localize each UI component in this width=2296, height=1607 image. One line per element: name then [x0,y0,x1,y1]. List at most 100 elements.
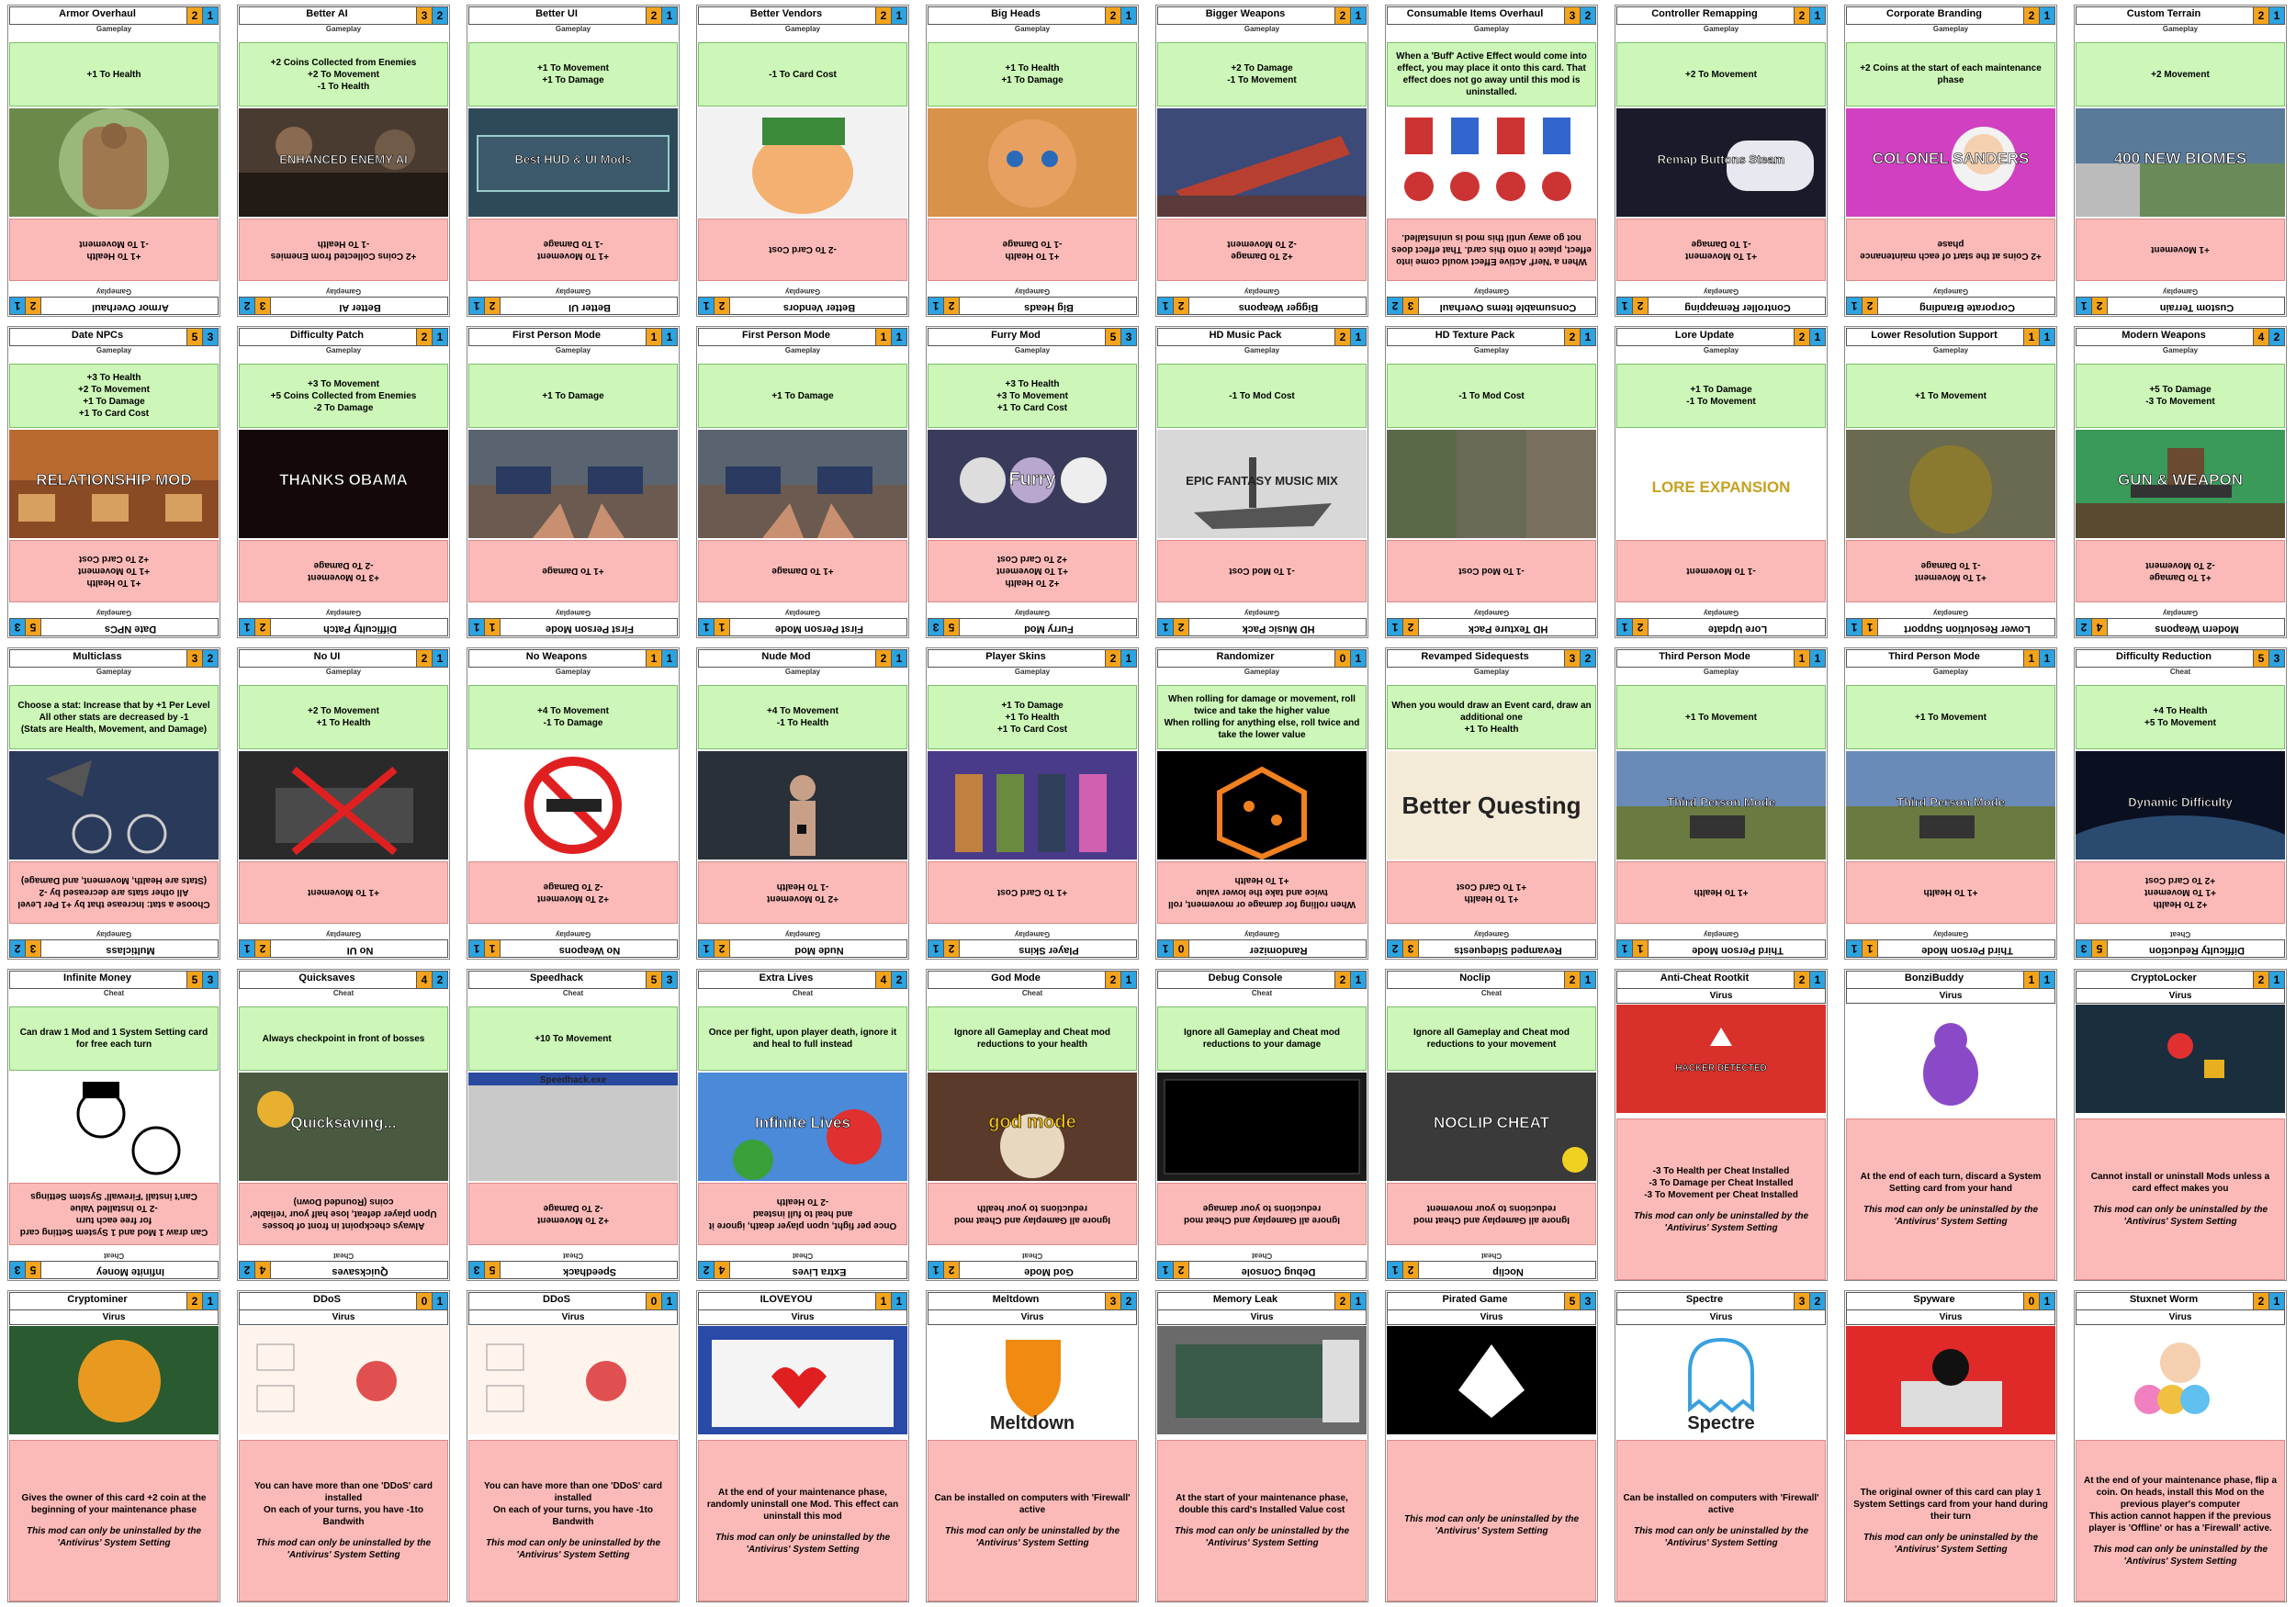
mod-card[interactable]: God Mode 2 1 Cheat Ignore all Gameplay and C… [926,969,1139,1281]
card-title: First Person Mode [512,330,601,341]
nerf-effect: +2 To Health +1 To Movement +2 To Card C… [928,540,1137,602]
virus-effect-text: At the end of each turn, discard a Syste… [1860,1172,2042,1194]
mod-card[interactable]: Date NPCs 5 3 Gameplay +3 To Health +2 To Mo… [7,326,220,638]
nerf-effect: +2 To Damage -2 To Movement [1157,219,1367,281]
card-header: Lower Resolution Support 1 1 [1846,618,2055,636]
card-title: Difficulty Reduction [2116,651,2212,662]
mod-card[interactable]: Big Heads 2 1 Gameplay +1 To Health +1 To Da… [926,5,1139,317]
mod-card[interactable]: HD Texture Pack 2 1 Gameplay -1 To Mod Cost -… [1385,326,1598,638]
mod-card[interactable]: HD Music Pack 2 1 Gameplay -1 To Mod Cost EPI… [1155,326,1368,638]
mod-card[interactable]: Meltdown 3 2 Virus Meltdown Can be installed … [926,1290,1139,1602]
mod-card[interactable]: Revamped Sidequests 3 2 Gameplay When you wo… [1385,647,1598,960]
mod-card[interactable]: Multiclass 3 2 Gameplay Choose a stat: Incre… [7,647,220,960]
mod-card[interactable]: Player Skins 2 1 Gameplay +1 To Damage +1 To… [926,647,1139,960]
mod-card[interactable]: Armor Overhaul 2 1 Gameplay +1 To Health +1 T… [7,5,220,317]
mod-card[interactable]: Debug Console 2 1 Cheat Ignore all Gameplay … [1155,969,1368,1281]
card-artwork: Spectre [1616,1326,1826,1438]
card-header: Better AI 3 2 [239,297,448,315]
uninstall-note: This mod can only be uninstalled by the … [1863,1205,2039,1227]
mod-card[interactable]: Randomizer 0 1 Gameplay When rolling for dam… [1155,647,1368,960]
virus-effect: Cannot install or uninstall Mods unless … [2076,1118,2285,1280]
mod-card[interactable]: Memory Leak 2 1 Virus At the start of your m… [1155,1290,1368,1602]
mod-card[interactable]: Speedhack 5 3 Cheat +10 To Movement Speedhack… [467,969,680,1281]
mod-card[interactable]: Difficulty Patch 2 1 Gameplay +3 To Movement… [237,326,450,638]
card-type-tag: Gameplay [2162,346,2199,354]
mod-card[interactable]: Consumable Items Overhaul 3 2 Gameplay When … [1385,5,1598,317]
godmode-image: god mode [928,1073,1137,1181]
card-footer-inverted: Custom Terrain 2 1 Gameplay [2076,282,2285,315]
buff-effect: +2 Coins at the start of each maintenanc… [1846,42,2055,107]
cost-badge: 1 [646,329,661,345]
mod-card[interactable]: Pirated Game 5 3 Virus This mod can only be … [1385,1290,1598,1602]
mod-card[interactable]: Cryptominer 2 1 Virus Gives the owner of thi… [7,1290,220,1602]
mod-card[interactable]: Better Vendors 2 1 Gameplay -1 To Card Cost -… [696,5,909,317]
mod-card[interactable]: Quicksaves 4 2 Cheat Always checkpoint in fr… [237,969,450,1281]
slot-badge: 1 [202,7,218,24]
slot-badge: 1 [1158,619,1174,635]
card-title: Nude Mod [761,651,811,662]
art-caption: Third Person Mode [1896,795,2005,809]
card-header: Consumable Items Overhaul 3 2 [1387,297,1596,315]
mod-card[interactable]: Better UI 2 1 Gameplay +1 To Movement +1 To … [467,5,680,317]
card-type-tag: Gameplay [1703,668,1739,676]
mod-card[interactable]: Extra Lives 4 2 Cheat Once per fight, upon p… [696,969,909,1281]
mod-card[interactable]: Custom Terrain 2 1 Gameplay +2 Movement 400 N… [2074,5,2287,317]
card-type-tag: Gameplay [555,25,591,33]
mod-card[interactable]: Difficulty Reduction 5 3 Cheat +4 To Health … [2074,647,2287,960]
mod-card[interactable]: Better AI 3 2 Gameplay +2 Coins Collected fr… [237,5,450,317]
cost-badge: 5 [186,972,202,988]
mod-card[interactable]: Spyware 0 1 Virus The original owner of this… [1844,1290,2057,1602]
vendor-image [698,108,907,217]
mod-card[interactable]: Anti-Cheat Rootkit 2 1 Virus HACKER DETECTED… [1615,969,1828,1281]
mod-card[interactable]: DDoS 0 1 Virus You can have more than one 'D… [237,1290,450,1602]
mod-card[interactable]: Noclip 2 1 Cheat Ignore all Gameplay and Che… [1385,969,1598,1281]
buff-effect: Ignore all Gameplay and Cheat mod reduct… [1157,1006,1367,1071]
buff-effect: +1 To Movement [1846,685,2055,749]
uninstall-note: This mod can only be uninstalled by the … [1633,1526,1809,1548]
card-title: No Weapons [558,945,621,956]
cost-badge: 2 [416,650,432,667]
mod-card[interactable]: DDoS 0 1 Virus You can have more than one 'D… [467,1290,680,1602]
card-artwork [1387,108,1596,217]
slot-badge: 1 [1847,619,1863,635]
card-artwork: EPIC FANTASY MUSIC MIX [1157,430,1367,538]
cost-badge: 2 [255,619,271,635]
mod-card[interactable]: Nude Mod 2 1 Gameplay +4 To Movement -1 To H… [696,647,909,960]
card-type-tag: Gameplay [784,609,821,617]
nerf-effect: +1 To Movement -1 To Damage [468,219,678,281]
card-artwork [239,1326,448,1438]
mod-card[interactable]: BonziBuddy 1 1 Virus At the end of each turn… [1844,969,2057,1281]
card-artwork [1846,430,2055,538]
worm-image [2076,1326,2285,1434]
mod-card[interactable]: Infinite Money 5 3 Cheat Can draw 1 Mod and … [7,969,220,1281]
mod-card[interactable]: Lower Resolution Support 1 1 Gameplay +1 To … [1844,326,2057,638]
virus-effect-text: At the end of your maintenance phase, fl… [2083,1475,2278,1534]
card-footer-inverted: Multiclass 3 2 Gameplay [9,925,219,958]
mod-card[interactable]: Controller Remapping 2 1 Gameplay +2 To Move… [1615,5,1828,317]
mod-card[interactable]: Spectre 3 2 Virus Spectre Can be installed on… [1615,1290,1828,1602]
mod-card[interactable]: Furry Mod 5 3 Gameplay +3 To Health +3 To Mo… [926,326,1139,638]
buff-effect: +1 To Movement [1616,685,1826,749]
mod-card[interactable]: Modern Weapons 4 2 Gameplay +5 To Damage -3 … [2074,326,2287,638]
card-type-tag: Cheat [103,1252,125,1260]
mod-card[interactable]: No Weapons 1 1 Gameplay +4 To Movement -1 To… [467,647,680,960]
card-header: Randomizer 0 1 [1157,649,1367,668]
mod-card[interactable]: ILOVEYOU 1 1 Virus At the end of your mainte… [696,1290,909,1602]
mod-card[interactable]: CryptoLocker 2 1 Virus Cannot install or uni… [2074,969,2287,1281]
cost-badge: 2 [255,940,271,957]
cost-badge: 2 [1564,329,1580,345]
card-header: Extra Lives 4 2 [698,1261,907,1279]
card-type-tag: Cheat [1021,1252,1043,1260]
iloveyou-image [698,1326,907,1434]
slot-badge: 1 [1809,650,1825,667]
mod-card[interactable]: No UI 2 1 Gameplay +2 To Movement +1 To Heal… [237,647,450,960]
nerf-effect: Ignore all Gameplay and Cheat mod reduct… [928,1183,1137,1245]
mod-card[interactable]: Lore Update 2 1 Gameplay +1 To Damage -1 To … [1615,326,1828,638]
mod-card[interactable]: First Person Mode 1 1 Gameplay +1 To Damage +… [696,326,909,638]
mod-card[interactable]: Bigger Weapons 2 1 Gameplay +2 To Damage -1 … [1155,5,1368,317]
mod-card[interactable]: Stuxnet Worm 2 1 Virus At the end of your ma… [2074,1290,2287,1602]
mod-card[interactable]: First Person Mode 1 1 Gameplay +1 To Damage +… [467,326,680,638]
mod-card[interactable]: Corporate Branding 2 1 Gameplay +2 Coins at … [1844,5,2057,317]
mod-card[interactable]: Third Person Mode 1 1 Gameplay +1 To Movemen… [1844,647,2057,960]
mod-card[interactable]: Third Person Mode 1 1 Gameplay +1 To Movemen… [1615,647,1828,960]
